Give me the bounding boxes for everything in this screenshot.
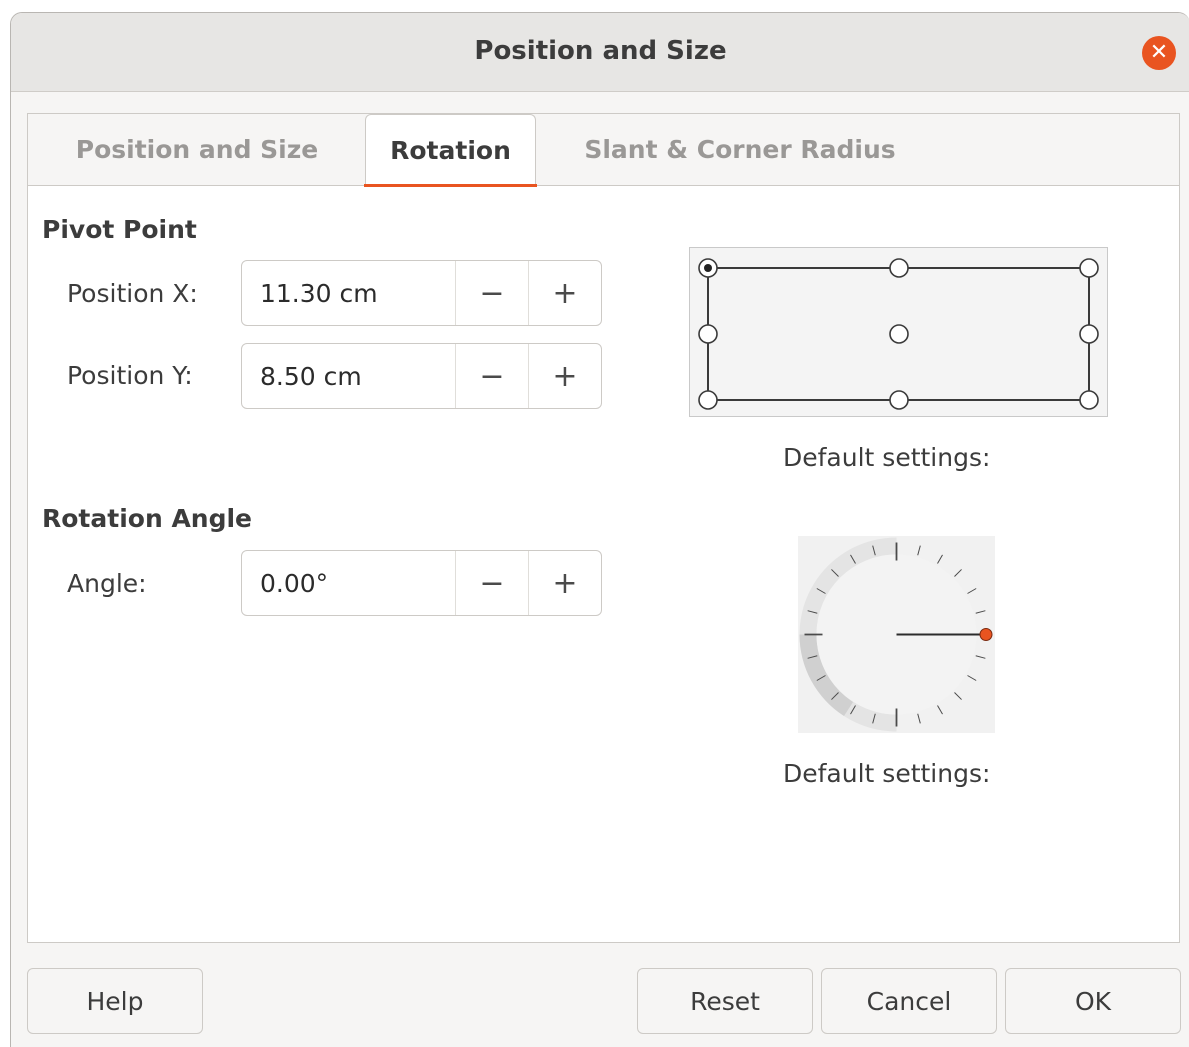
pivot-point-bottom-center[interactable] <box>889 390 909 410</box>
tab-panel: Position and Size Rotation Slant & Corne… <box>27 113 1180 943</box>
dialog-window: Position and Size ✕ Position and Size Ro… <box>10 12 1189 1047</box>
position-x-decrement-button[interactable]: − <box>455 261 528 325</box>
tab-bar: Position and Size Rotation Slant & Corne… <box>28 114 1179 187</box>
angle-decrement-button[interactable]: − <box>455 551 528 615</box>
cancel-button[interactable]: Cancel <box>821 968 997 1034</box>
title-bar: Position and Size ✕ <box>11 13 1189 92</box>
pivot-default-settings-label: Default settings: <box>783 443 991 472</box>
position-y-input[interactable]: 8.50 cm <box>242 344 455 408</box>
tab-slant-corner-radius[interactable]: Slant & Corner Radius <box>568 114 912 185</box>
position-y-spinfield: 8.50 cm − + <box>241 343 602 409</box>
reset-button[interactable]: Reset <box>637 968 813 1034</box>
tab-rotation[interactable]: Rotation <box>364 114 537 187</box>
pivot-point-selector[interactable] <box>689 247 1108 417</box>
rotation-dial-graphic <box>799 537 993 732</box>
dial-tick <box>975 610 986 614</box>
angle-label: Angle: <box>67 569 147 598</box>
pivot-point-middle-right[interactable] <box>1079 324 1099 344</box>
pivot-point-top-left[interactable] <box>698 258 718 278</box>
position-y-label: Position Y: <box>67 361 193 390</box>
dial-tick <box>937 705 943 715</box>
position-y-increment-button[interactable]: + <box>528 344 601 408</box>
help-button[interactable]: Help <box>27 968 203 1034</box>
ok-button[interactable]: OK <box>1005 968 1181 1034</box>
dial-tick <box>954 569 962 577</box>
position-x-label: Position X: <box>67 279 198 308</box>
position-x-input[interactable]: 11.30 cm <box>242 261 455 325</box>
pivot-point-top-center[interactable] <box>889 258 909 278</box>
position-x-spinfield: 11.30 cm − + <box>241 260 602 326</box>
tab-position-and-size[interactable]: Position and Size <box>48 114 346 185</box>
pivot-point-bottom-left[interactable] <box>698 390 718 410</box>
dialog-title: Position and Size <box>474 36 727 66</box>
pivot-point-bottom-right[interactable] <box>1079 390 1099 410</box>
dial-angle-marker[interactable] <box>979 628 993 641</box>
dial-tick <box>917 545 921 556</box>
dial-tick <box>917 713 921 724</box>
angle-input[interactable]: 0.00° <box>242 551 455 615</box>
rotation-dial[interactable] <box>798 536 995 733</box>
angle-increment-button[interactable]: + <box>528 551 601 615</box>
angle-spinfield: 0.00° − + <box>241 550 602 616</box>
dial-tick <box>954 692 962 700</box>
pivot-point-center[interactable] <box>889 324 909 344</box>
rotation-angle-heading: Rotation Angle <box>42 504 253 533</box>
pivot-point-heading: Pivot Point <box>42 215 197 244</box>
dial-tick <box>967 675 977 681</box>
dial-tick <box>937 554 943 564</box>
dial-tick <box>967 588 977 594</box>
pivot-point-grid <box>698 258 1099 410</box>
position-x-increment-button[interactable]: + <box>528 261 601 325</box>
close-icon[interactable]: ✕ <box>1142 36 1176 70</box>
dial-tick <box>975 655 986 659</box>
position-y-decrement-button[interactable]: − <box>455 344 528 408</box>
angle-default-settings-label: Default settings: <box>783 759 991 788</box>
pivot-point-top-right[interactable] <box>1079 258 1099 278</box>
pivot-point-middle-left[interactable] <box>698 324 718 344</box>
